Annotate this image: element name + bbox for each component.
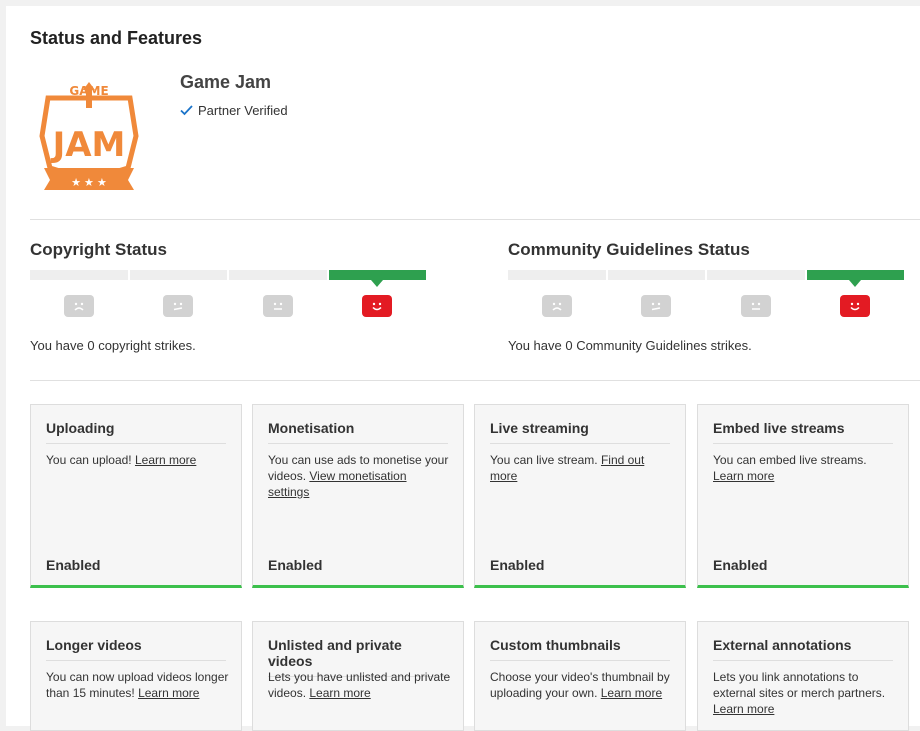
strike-segment-active [328,270,426,287]
strike-segment [129,270,227,280]
svg-text:★ ★ ★: ★ ★ ★ [71,177,107,189]
learn-more-link[interactable]: Learn more [309,686,370,700]
feature-title: Monetisation [268,420,448,444]
copyright-faces [30,295,426,317]
feature-status: Enabled [46,557,101,573]
strike-segment [607,270,705,280]
channel-name: Game Jam [180,72,272,92]
learn-more-link[interactable]: Learn more [135,453,196,467]
unhappy-face-icon [163,295,194,317]
strike-segment [229,270,327,280]
page-title: Status and Features [30,28,203,48]
learn-more-link[interactable]: Learn more [601,686,662,700]
community-status-title: Community Guidelines Status [508,240,750,259]
feature-status: Enabled [268,557,323,573]
sad-face-icon [541,295,572,317]
feature-title: External annotations [713,637,893,661]
strike-segment [707,270,805,280]
happy-face-icon [362,295,393,317]
feature-card-embed-live-streams: Embed live streams You can embed live st… [697,404,909,588]
feature-card-live-streaming: Live streaming You can live stream. Find… [474,404,686,588]
channel-logo: GAME JAM ★ ★ ★ [39,82,139,190]
learn-more-link[interactable]: Learn more [713,469,774,483]
feature-card-longer-videos: Longer videos You can now upload videos … [30,621,242,731]
strike-segment [30,270,128,280]
partner-verified-badge: Partner Verified [180,103,288,118]
verified-label: Partner Verified [198,103,288,118]
feature-description: Lets you have unlisted and private video… [268,670,451,700]
community-strikes-text: You have 0 Community Guidelines strikes. [508,338,752,353]
feature-card-custom-thumbnails: Custom thumbnails Choose your video's th… [474,621,686,731]
copyright-status-title: Copyright Status [30,240,167,259]
feature-description: You can live stream. Find out more [490,453,645,483]
feature-card-uploading: Uploading You can upload! Learn more Ena… [30,404,242,588]
feature-title: Uploading [46,420,226,444]
feature-title: Custom thumbnails [490,637,670,661]
copyright-strike-bar [30,270,426,287]
feature-description: Choose your video's thumbnail by uploadi… [490,670,670,700]
feature-status: Enabled [490,557,545,573]
community-faces [508,295,904,317]
copyright-strikes-text: You have 0 copyright strikes. [30,338,196,353]
divider [30,380,920,381]
unhappy-face-icon [641,295,672,317]
feature-card-monetisation: Monetisation You can use ads to monetise… [252,404,464,588]
strike-segment [508,270,606,280]
learn-more-link[interactable]: Learn more [138,686,199,700]
feature-title: Longer videos [46,637,226,661]
logo-main-text: JAM [51,125,126,165]
sad-face-icon [63,295,94,317]
community-strike-bar [508,270,904,287]
divider [30,219,920,220]
community-guidelines-status: Community Guidelines Status You have 0 C… [508,240,908,353]
feature-card-external-annotations: External annotations Lets you link annot… [697,621,909,731]
feature-description: You can upload! Learn more [46,453,197,467]
feature-description: You can embed live streams. Learn more [713,453,867,483]
learn-more-link[interactable]: Learn more [713,702,774,716]
feature-description: Lets you link annotations to external si… [713,670,886,716]
feature-title: Embed live streams [713,420,893,444]
feature-description: You can use ads to monetise your videos.… [268,453,449,499]
happy-face-icon [840,295,871,317]
copyright-status: Copyright Status You have 0 copyright st… [30,240,430,353]
status-panel: Status and Features GAME JAM ★ ★ ★ Game … [6,6,920,731]
feature-status: Enabled [713,557,768,573]
checkmark-icon [180,105,193,116]
neutral-face-icon [740,295,771,317]
feature-description: You can now upload videos longer than 15… [46,670,229,700]
neutral-face-icon [262,295,293,317]
strike-segment-active [806,270,904,287]
feature-card-unlisted-private: Unlisted and private videos Lets you hav… [252,621,464,731]
feature-title: Live streaming [490,420,670,444]
